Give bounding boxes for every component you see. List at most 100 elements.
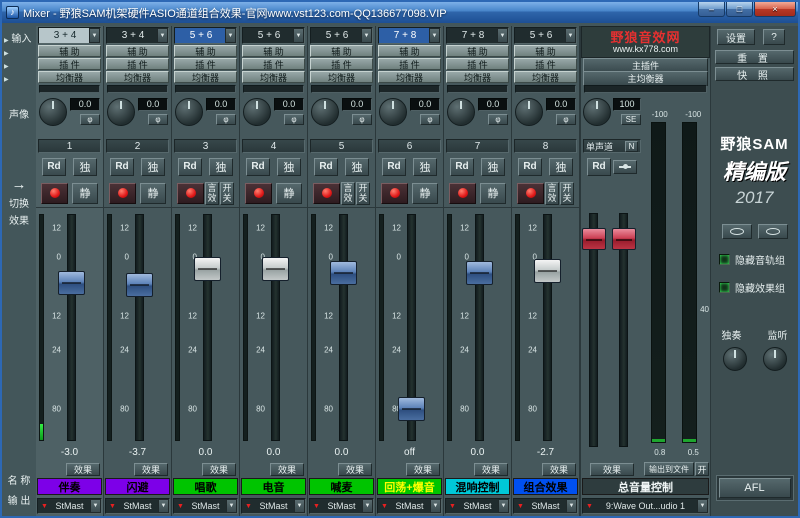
input-select[interactable]: 5 + 6 ▼ <box>310 27 373 44</box>
input-select[interactable]: 3 + 4 ▼ <box>106 27 169 44</box>
master-fader-handle-left[interactable] <box>582 227 606 250</box>
chevron-down-icon[interactable]: ▼ <box>158 499 169 513</box>
eq-button[interactable]: 均衡器 <box>378 71 441 83</box>
effect-button[interactable]: 效果 <box>474 462 508 476</box>
solo-button[interactable]: 独 <box>413 157 437 176</box>
maximize-button[interactable]: □ <box>726 2 753 17</box>
effect-button[interactable]: 效果 <box>134 462 168 476</box>
link-button-2[interactable] <box>757 224 788 239</box>
plugin-button[interactable]: 插 件 <box>174 58 237 70</box>
fader-handle[interactable] <box>194 256 221 281</box>
expand-arrow-icon[interactable]: ▶ <box>4 38 9 44</box>
eq-button[interactable]: 均衡器 <box>514 71 577 83</box>
input-select[interactable]: 7 + 8 ▼ <box>378 27 441 44</box>
output-select[interactable]: ▼ StMast ▼ <box>377 498 442 514</box>
fader-handle[interactable] <box>58 270 85 295</box>
fader-handle[interactable] <box>330 260 357 285</box>
record-button[interactable] <box>381 182 408 204</box>
se-button[interactable]: SE <box>621 114 641 125</box>
switch-effect-block[interactable]: → 切换 效果 <box>2 176 36 227</box>
input-select[interactable]: 5 + 6 ▼ <box>514 27 577 44</box>
chevron-down-icon[interactable]: ▼ <box>225 28 236 43</box>
minimize-button[interactable]: – <box>698 2 725 17</box>
effect-button[interactable]: 效果 <box>66 462 100 476</box>
effect-button[interactable]: 效果 <box>406 462 440 476</box>
expand-arrow-icon[interactable]: ▶ <box>4 77 9 83</box>
help-button[interactable]: ? <box>763 29 785 45</box>
plugin-button[interactable]: 插 件 <box>310 58 373 70</box>
mute-button[interactable]: 静 <box>480 182 506 204</box>
solo-button[interactable]: 独 <box>481 157 505 176</box>
close-button[interactable]: × <box>754 2 796 17</box>
plugin-button[interactable]: 插 件 <box>106 58 169 70</box>
effect-button[interactable]: 效果 <box>338 462 372 476</box>
on-button[interactable]: 开 <box>695 462 709 476</box>
aux-button[interactable]: 辅 助 <box>242 45 305 57</box>
eq-button[interactable]: 均衡器 <box>242 71 305 83</box>
phase-button[interactable]: φ <box>352 114 372 125</box>
chevron-down-icon[interactable]: ▼ <box>362 499 373 513</box>
chevron-down-icon[interactable]: ▼ <box>361 28 372 43</box>
output-select[interactable]: ▼ StMast ▼ <box>241 498 306 514</box>
output-select[interactable]: ▼ StMast ▼ <box>445 498 510 514</box>
fader-handle[interactable] <box>262 256 289 281</box>
aux-button[interactable]: 辅 助 <box>310 45 373 57</box>
record-button[interactable] <box>517 182 544 204</box>
monitor-knob[interactable] <box>762 347 787 371</box>
chevron-down-icon[interactable]: ▼ <box>566 499 577 513</box>
chevron-down-icon[interactable]: ▼ <box>429 28 440 43</box>
expand-arrow-icon[interactable]: ▶ <box>4 64 9 70</box>
title-bar[interactable]: ♪ Mixer - 野狼SAM机架硬件ASIO通道组合效果-官网www.vst1… <box>2 2 798 23</box>
solo-button[interactable]: 独 <box>141 157 165 176</box>
chevron-down-icon[interactable]: ▼ <box>565 28 576 43</box>
input-select[interactable]: 3 + 4 ▼ <box>38 27 101 44</box>
phase-button[interactable]: φ <box>488 114 508 125</box>
input-select[interactable]: 5 + 6 ▼ <box>174 27 237 44</box>
phase-button[interactable]: φ <box>556 114 576 125</box>
chevron-down-icon[interactable]: ▼ <box>226 499 237 513</box>
solo-button[interactable]: 独 <box>549 157 573 176</box>
mute-button[interactable]: 静 <box>72 182 98 204</box>
record-enable-button[interactable]: Rd <box>178 157 202 176</box>
normalize-button[interactable]: N <box>625 140 638 152</box>
pan-knob[interactable] <box>515 98 543 126</box>
effect-button[interactable]: 效果 <box>542 462 576 476</box>
record-enable-button[interactable]: Rd <box>314 157 338 176</box>
pan-knob[interactable] <box>243 98 271 126</box>
fx-switch-button[interactable]: 开关 <box>560 181 574 205</box>
fx-switch-button[interactable]: 开关 <box>220 181 234 205</box>
master-fader-handle-right[interactable] <box>612 227 636 250</box>
pan-knob[interactable] <box>39 98 67 126</box>
solo-button[interactable]: 独 <box>209 157 233 176</box>
mute-button[interactable]: 静 <box>276 182 302 204</box>
plugin-button[interactable]: 插 件 <box>242 58 305 70</box>
effect-button[interactable]: 效果 <box>270 462 304 476</box>
output-select[interactable]: ▼ StMast ▼ <box>37 498 102 514</box>
fader-handle[interactable] <box>398 396 425 421</box>
pan-knob[interactable] <box>107 98 135 126</box>
aux-button[interactable]: 辅 助 <box>106 45 169 57</box>
input-select[interactable]: 7 + 8 ▼ <box>446 27 509 44</box>
fader-track[interactable] <box>475 214 484 441</box>
chevron-down-icon[interactable]: ▼ <box>293 28 304 43</box>
pan-knob[interactable] <box>379 98 407 126</box>
fader-handle[interactable] <box>126 272 153 297</box>
voice-fx-button[interactable]: 言效 <box>341 181 355 205</box>
record-button[interactable] <box>449 182 476 204</box>
pan-knob[interactable] <box>311 98 339 126</box>
chevron-down-icon[interactable]: ▼ <box>498 499 509 513</box>
output-select[interactable]: ▼ StMast ▼ <box>173 498 238 514</box>
fader-track[interactable] <box>339 214 348 441</box>
eq-button[interactable]: 均衡器 <box>310 71 373 83</box>
record-button[interactable] <box>109 182 136 204</box>
effect-button[interactable]: 效果 <box>202 462 236 476</box>
chevron-down-icon[interactable]: ▼ <box>697 499 708 513</box>
snapshot-button[interactable]: 快 照 <box>715 67 794 82</box>
fader-handle[interactable] <box>534 258 561 283</box>
record-button[interactable] <box>245 182 272 204</box>
link-button-1[interactable] <box>721 224 752 239</box>
record-enable-button[interactable]: Rd <box>382 157 406 176</box>
fader-track[interactable] <box>203 214 212 441</box>
master-toggle-button[interactable] <box>613 159 637 174</box>
reset-button[interactable]: 重 置 <box>715 50 794 65</box>
